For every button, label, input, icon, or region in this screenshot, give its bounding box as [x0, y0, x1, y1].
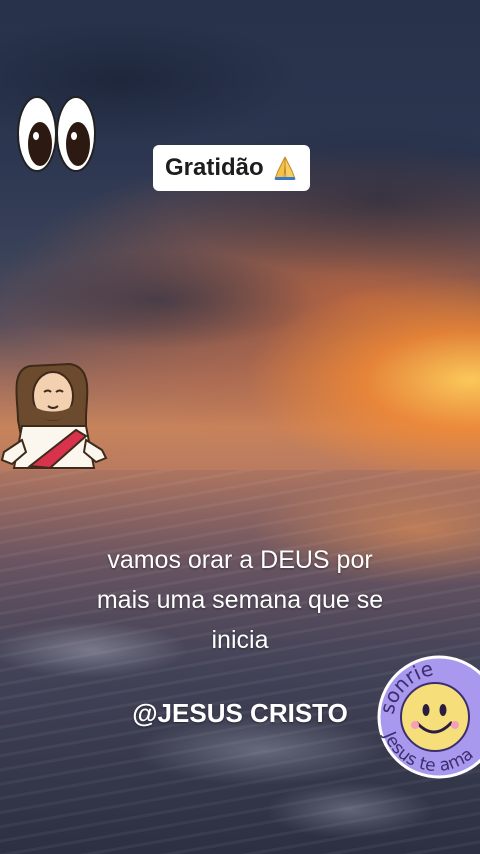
caption-line-1: vamos orar a DEUS por: [107, 546, 373, 574]
folded-hands-icon: [273, 156, 296, 180]
eyes-emoji-icon: [17, 96, 96, 172]
gratitude-badge: Gratidão: [153, 145, 310, 191]
account-handle: @JESUS CRISTO: [132, 698, 348, 728]
jesus-sticker: [0, 362, 108, 470]
badge-text: Gratidão: [165, 154, 264, 181]
caption-line-3: inicia: [211, 626, 269, 654]
caption-line-2: mais uma semana que se: [96, 586, 384, 614]
smiley-sticker: sonrie Jesus te ama: [375, 655, 480, 779]
caption-text: vamos orar a DEUS por mais uma semana qu…: [60, 540, 420, 660]
